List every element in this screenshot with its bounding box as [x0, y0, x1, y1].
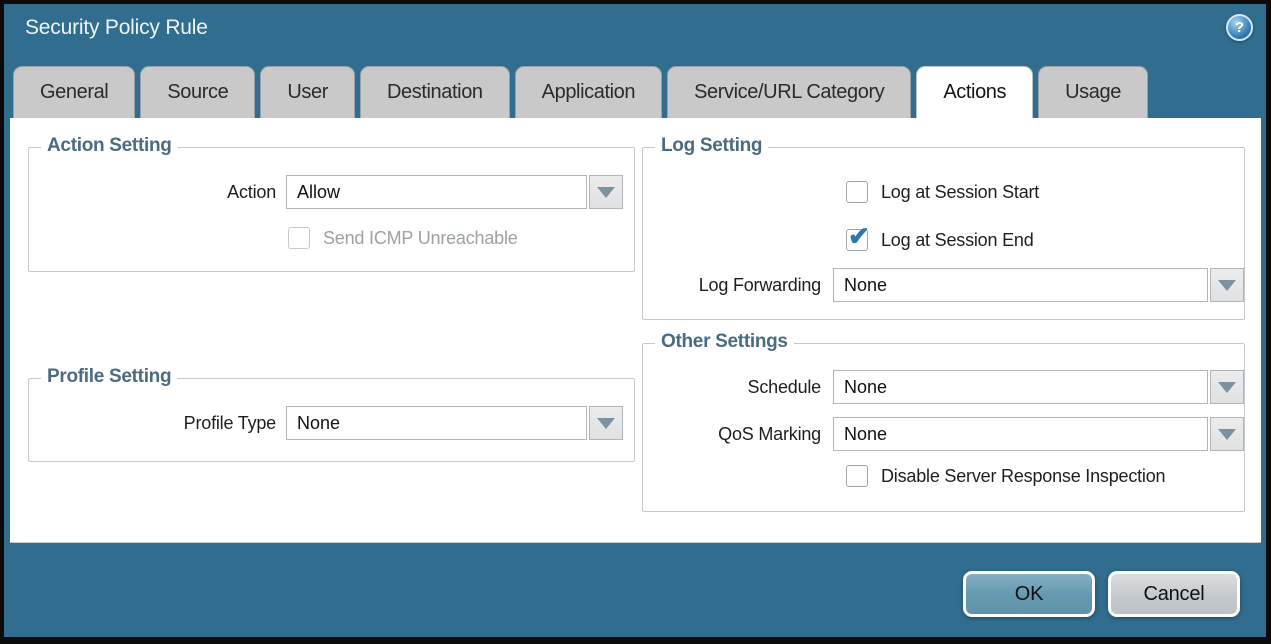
- cancel-button[interactable]: Cancel: [1108, 571, 1240, 617]
- send-icmp-unreachable-label: Send ICMP Unreachable: [323, 228, 518, 249]
- chevron-down-icon: [1218, 382, 1236, 393]
- profile-setting-legend: Profile Setting: [41, 366, 177, 388]
- schedule-label: Schedule: [643, 377, 833, 398]
- tab-general[interactable]: General: [13, 66, 135, 118]
- schedule-dropdown[interactable]: None: [833, 370, 1208, 404]
- actions-tab-panel: Action Setting Action Allow Send ICMP Un…: [10, 118, 1261, 543]
- action-label: Action: [29, 182, 286, 203]
- tab-bar: General Source User Destination Applicat…: [13, 66, 1148, 118]
- log-at-session-end-checkbox[interactable]: ✔: [846, 229, 868, 251]
- log-forwarding-dropdown-value: None: [844, 275, 887, 296]
- ok-button[interactable]: OK: [963, 571, 1095, 617]
- log-at-session-end-label: Log at Session End: [881, 230, 1034, 251]
- other-settings-group: Other Settings Schedule None QoS Marking…: [642, 343, 1245, 512]
- send-icmp-unreachable-checkbox: [288, 227, 310, 249]
- profile-type-dropdown[interactable]: None: [286, 406, 587, 440]
- log-forwarding-label: Log Forwarding: [643, 275, 833, 296]
- check-icon: ✔: [848, 223, 870, 249]
- chevron-down-icon: [1218, 280, 1236, 291]
- chevron-down-icon: [597, 187, 615, 198]
- profile-type-dropdown-button[interactable]: [589, 406, 623, 440]
- tab-source[interactable]: Source: [140, 66, 255, 118]
- qos-marking-dropdown-value: None: [844, 424, 887, 445]
- profile-type-dropdown-value: None: [297, 413, 340, 434]
- qos-marking-dropdown-button[interactable]: [1210, 417, 1244, 451]
- log-forwarding-dropdown[interactable]: None: [833, 268, 1208, 302]
- tab-usage[interactable]: Usage: [1038, 66, 1148, 118]
- tab-destination[interactable]: Destination: [360, 66, 510, 118]
- log-forwarding-dropdown-button[interactable]: [1210, 268, 1244, 302]
- log-at-session-start-label: Log at Session Start: [881, 182, 1039, 203]
- tab-user[interactable]: User: [260, 66, 355, 118]
- profile-type-label: Profile Type: [29, 413, 286, 434]
- action-dropdown-button[interactable]: [589, 175, 623, 209]
- security-policy-rule-dialog: Security Policy Rule ? General Source Us…: [0, 0, 1271, 644]
- log-setting-legend: Log Setting: [655, 135, 768, 157]
- help-icon[interactable]: ?: [1226, 14, 1253, 41]
- tab-actions[interactable]: Actions: [916, 66, 1033, 118]
- tab-service-url-category[interactable]: Service/URL Category: [667, 66, 911, 118]
- other-settings-legend: Other Settings: [655, 331, 794, 353]
- qos-marking-dropdown[interactable]: None: [833, 417, 1208, 451]
- action-dropdown-value: Allow: [297, 182, 340, 203]
- action-setting-group: Action Setting Action Allow Send ICMP Un…: [28, 147, 635, 272]
- action-dropdown[interactable]: Allow: [286, 175, 587, 209]
- disable-server-response-inspection-label: Disable Server Response Inspection: [881, 466, 1165, 487]
- tab-application[interactable]: Application: [515, 66, 662, 118]
- schedule-dropdown-value: None: [844, 377, 887, 398]
- profile-setting-group: Profile Setting Profile Type None: [28, 378, 635, 462]
- log-at-session-start-checkbox[interactable]: [846, 181, 868, 203]
- chevron-down-icon: [597, 418, 615, 429]
- chevron-down-icon: [1218, 429, 1236, 440]
- disable-server-response-inspection-checkbox[interactable]: [846, 465, 868, 487]
- log-setting-group: Log Setting Log at Session Start ✔ Log a…: [642, 147, 1245, 320]
- qos-marking-label: QoS Marking: [643, 424, 833, 445]
- action-setting-legend: Action Setting: [41, 135, 178, 157]
- dialog-title: Security Policy Rule: [25, 16, 208, 40]
- schedule-dropdown-button[interactable]: [1210, 370, 1244, 404]
